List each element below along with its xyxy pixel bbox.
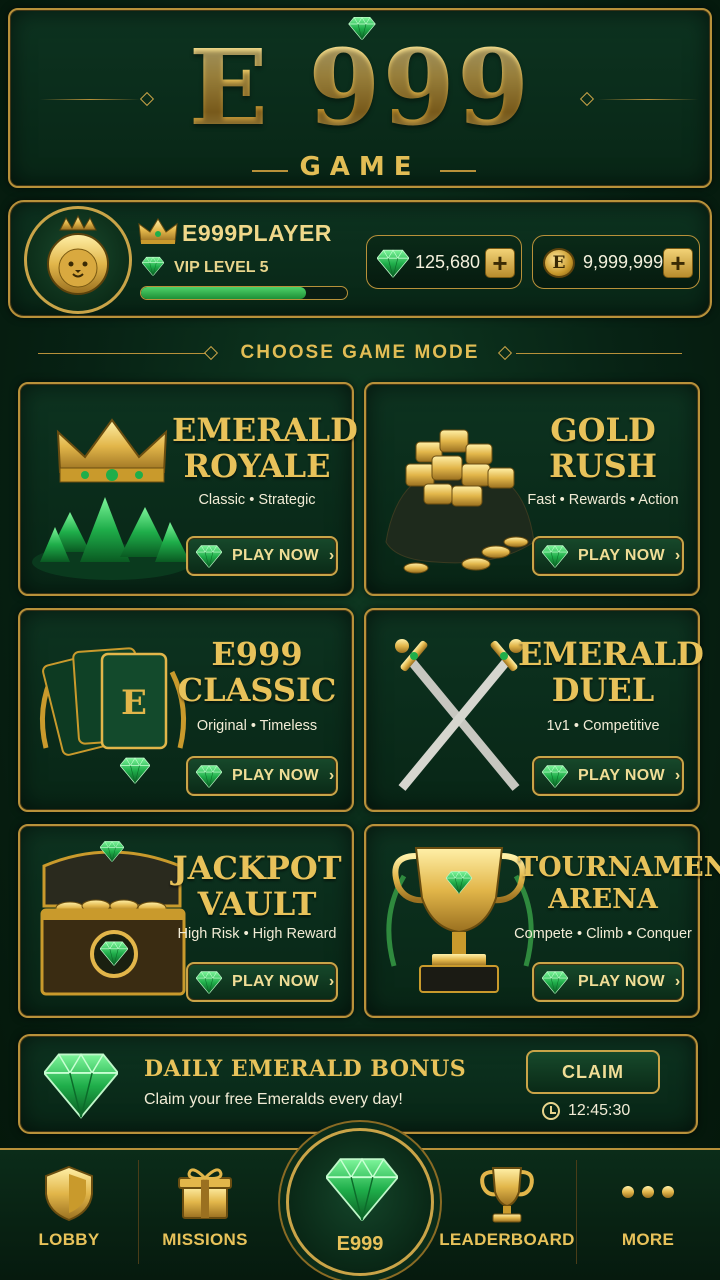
gift-icon — [178, 1168, 232, 1219]
daily-bonus-subtitle: Claim your free Emeralds every day! — [144, 1091, 403, 1108]
nav-label: MISSIONS — [162, 1230, 248, 1249]
xp-progress-fill — [141, 287, 306, 299]
coin-count: 9,999,999 — [583, 252, 664, 272]
claim-button[interactable]: CLAIM — [526, 1050, 660, 1094]
trophy-icon — [480, 1167, 534, 1223]
nav-lobby[interactable]: LOBBY — [0, 1150, 138, 1280]
chevron-right-icon: › — [674, 973, 681, 990]
play-now-label: PLAY NOW — [232, 767, 319, 784]
player-name: E999PLAYER — [182, 220, 332, 246]
game-card-jackpot-vault[interactable]: JACKPOT VAULT High Risk • High Reward PLA… — [18, 824, 354, 1018]
emerald-icon — [196, 970, 222, 994]
game-card-e999-classic[interactable]: E E999 CLASSIC Original • Timeless PLAY N… — [18, 608, 354, 812]
treasure-chest-icon — [40, 841, 186, 996]
play-now-button[interactable]: PLAY NOW › — [186, 536, 338, 576]
nav-missions[interactable]: MISSIONS — [138, 1150, 272, 1280]
emerald-icon — [542, 544, 568, 568]
logo-rule — [440, 170, 476, 172]
game-title: E999 CLASSIC — [177, 635, 337, 709]
play-now-button[interactable]: PLAY NOW › — [186, 962, 338, 1002]
logo-subtitle: GAME — [299, 152, 421, 182]
swords-icon — [395, 639, 523, 791]
emerald-icon — [196, 764, 222, 788]
game-title: EMERALD DUEL — [518, 635, 704, 709]
bonus-timer: 12:45:30 — [568, 1102, 631, 1119]
nav-label: MORE — [621, 1230, 675, 1249]
game-tags: High Risk • High Reward — [177, 926, 337, 942]
play-now-button[interactable]: PLAY NOW › — [186, 756, 338, 796]
nav-label: E999 — [336, 1233, 384, 1255]
app-header: E 999 GAME — [8, 8, 712, 188]
play-now-label: PLAY NOW — [578, 547, 665, 564]
game-tags: Fast • Rewards • Action — [527, 492, 679, 508]
daily-bonus-title: DAILY EMERALD BONUS — [144, 1056, 467, 1082]
nav-label: LOBBY — [38, 1230, 100, 1249]
game-title: GOLD RUSH — [549, 411, 657, 485]
game-title: JACKPOT VAULT — [172, 849, 342, 923]
game-tags: Compete • Climb • Conquer — [514, 926, 692, 942]
play-now-button[interactable]: PLAY NOW › — [532, 536, 684, 576]
emerald-icon — [542, 970, 568, 994]
chevron-right-icon: › — [674, 547, 681, 564]
nav-leaderboard[interactable]: LEADERBOARD — [438, 1150, 576, 1280]
game-card-tournament-arena[interactable]: TOURNAMENTARENA Compete • Climb • Conque… — [364, 824, 720, 1018]
lion-avatar-icon — [47, 214, 109, 295]
play-now-button[interactable]: PLAY NOW › — [532, 962, 684, 1002]
nav-more[interactable]: MORE — [576, 1150, 720, 1280]
bottom-nav: LOBBY MISSIONS E999 LEADERBOARD MORE — [0, 1128, 720, 1280]
chevron-right-icon: › — [328, 767, 335, 784]
shield-icon — [45, 1165, 93, 1222]
play-now-button[interactable]: PLAY NOW › — [532, 756, 684, 796]
avatar[interactable] — [24, 206, 132, 314]
gem-count: 125,680 — [415, 252, 481, 272]
cards-icon: E — [39, 647, 187, 784]
nav-home-e999[interactable]: E999 — [286, 1128, 434, 1276]
chevron-right-icon: › — [674, 767, 681, 784]
crown-icon — [138, 218, 178, 244]
game-tags: Classic • Strategic — [198, 492, 316, 508]
nav-label: LEADERBOARD — [439, 1230, 575, 1249]
clock-icon — [542, 1102, 560, 1120]
play-now-label: PLAY NOW — [232, 547, 319, 564]
vip-level: VIP LEVEL 5 — [174, 259, 269, 276]
section-rule — [516, 353, 682, 354]
xp-progress-bar — [140, 286, 348, 300]
emerald-icon — [196, 544, 222, 568]
game-title: TOURNAMENTARENA — [518, 852, 720, 915]
play-now-label: PLAY NOW — [578, 973, 665, 990]
player-panel: E999PLAYER VIP LEVEL 5 125,680 + E 9,999… — [8, 200, 712, 318]
coin-balance[interactable]: E 9,999,999 + — [532, 235, 700, 289]
svg-text:E: E — [121, 683, 147, 723]
emerald-icon — [142, 256, 164, 276]
chevron-right-icon: › — [328, 973, 335, 990]
game-card-gold-rush[interactable]: GOLD RUSH Fast • Rewards • Action PLAY NO… — [364, 382, 700, 596]
dots-icon — [622, 1186, 674, 1198]
play-now-label: PLAY NOW — [578, 767, 665, 784]
emerald-icon — [326, 1155, 398, 1221]
daily-bonus-panel: DAILY EMERALD BONUS Claim your free Emer… — [18, 1034, 698, 1134]
logo-title: E 999 — [10, 28, 710, 148]
game-tags: Original • Timeless — [196, 718, 318, 734]
play-now-label: PLAY NOW — [232, 973, 319, 990]
coin-icon: E — [543, 248, 575, 278]
emerald-icon — [377, 248, 409, 278]
chevron-right-icon: › — [328, 547, 335, 564]
game-tags: 1v1 • Competitive — [546, 718, 660, 734]
game-title: EMERALD ROYALE — [172, 411, 358, 485]
game-card-emerald-royale[interactable]: EMERALD ROYALE Classic • Strategic PLAY N… — [18, 382, 358, 596]
game-card-emerald-duel[interactable]: EMERALD DUEL 1v1 • Competitive PLAY NOW › — [364, 608, 704, 812]
gem-balance[interactable]: 125,680 + — [366, 235, 522, 289]
trophy-icon — [386, 847, 534, 993]
emerald-icon — [542, 764, 568, 788]
add-coins-button[interactable]: + — [663, 248, 693, 278]
emerald-icon — [44, 1048, 118, 1120]
add-gems-button[interactable]: + — [485, 248, 515, 278]
